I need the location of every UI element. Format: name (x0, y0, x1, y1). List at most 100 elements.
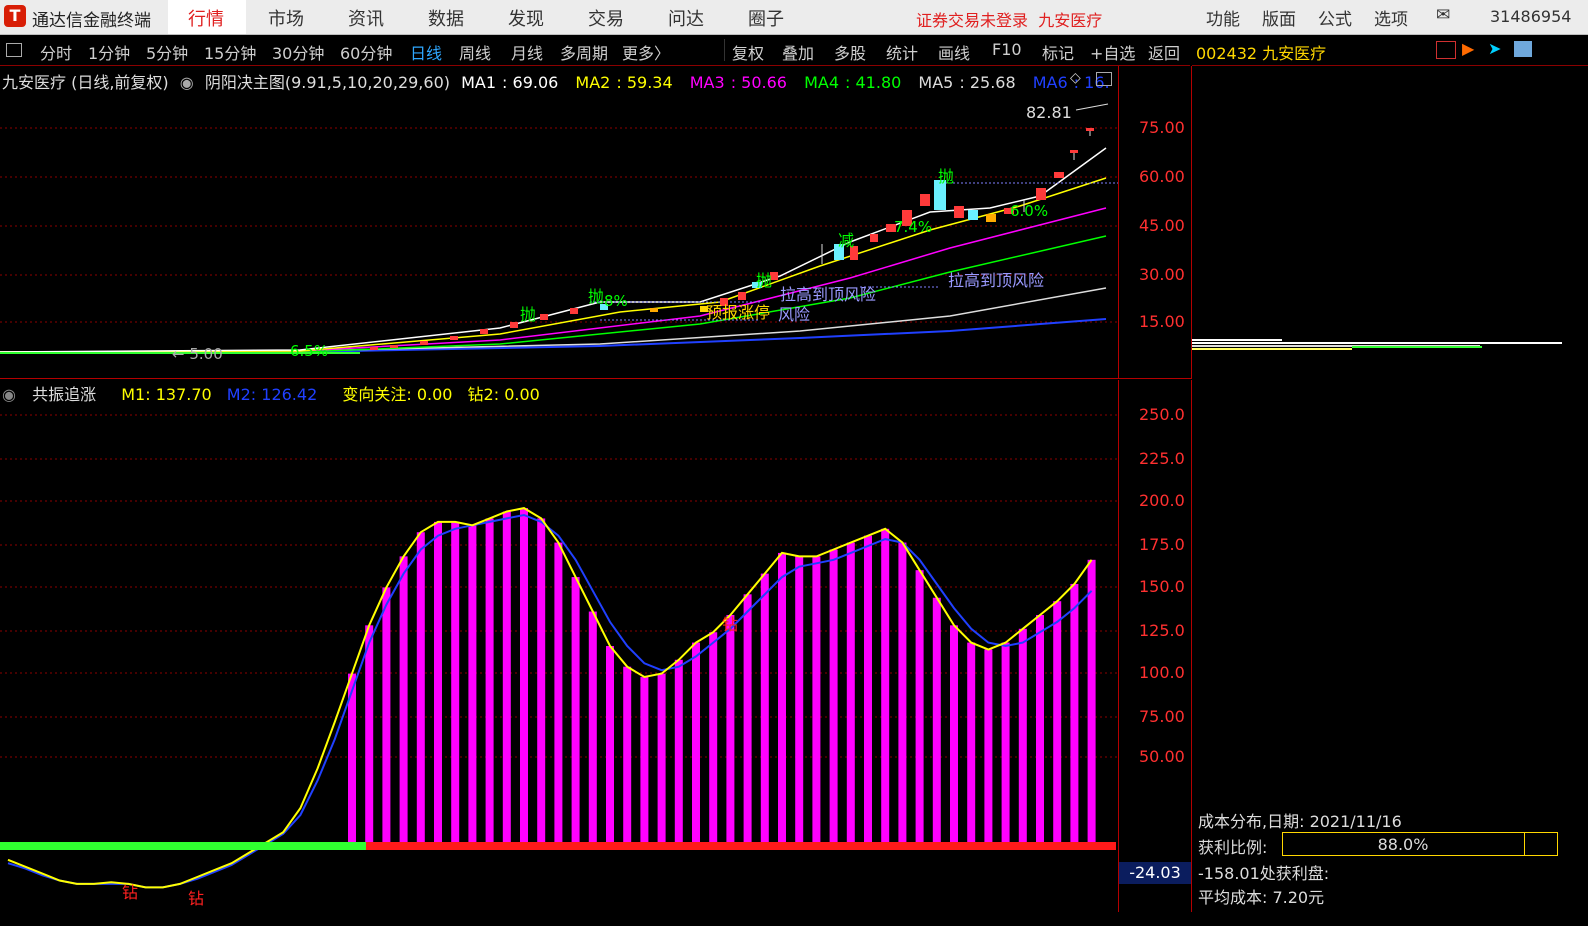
arrow-icon[interactable]: ➤ (1488, 39, 1501, 58)
tool-mark[interactable]: 标记 (1042, 40, 1074, 64)
app-title: 通达信金融终端 (32, 11, 151, 31)
oscillator-bar (950, 625, 958, 846)
period-15min[interactable]: 15分钟 (204, 40, 256, 64)
oscillator-bar (416, 532, 425, 846)
profit-ratio-text: 88.0% (1377, 835, 1429, 854)
oscillator-bar (451, 521, 460, 846)
diamond-marker-2: 钻 (188, 889, 204, 908)
oscillator-bar (778, 552, 786, 846)
main-chart-panel[interactable]: 九安医疗 (日线,前复权) ◉ 阴阳决主图(9.91,5,10,20,29,60… (0, 66, 1119, 378)
cost-bar (1192, 339, 1282, 341)
panel-toggle-icon[interactable] (6, 43, 22, 57)
oscillator-bar (709, 632, 718, 846)
profit-disk-label: -158.01处获利盘: (1198, 864, 1330, 883)
oscillator-bar (915, 570, 924, 846)
toolbar-divider (724, 39, 725, 61)
oscillator-bar (571, 577, 580, 846)
oscillator-bar (881, 528, 890, 846)
oscillator-bar (382, 587, 391, 846)
profit-label: 获利比例: (1198, 838, 1268, 857)
tool-back[interactable]: 返回 (1148, 40, 1180, 64)
value-tick: 75.00 (1139, 707, 1185, 726)
tab-market[interactable]: 市场 (268, 5, 304, 31)
oscillator-bar (1087, 559, 1096, 846)
value-tick: 50.00 (1139, 747, 1185, 766)
price-tick: 75.00 (1139, 118, 1185, 137)
oscillator-bar (795, 556, 804, 846)
high-price-label: 82.81 (1026, 103, 1072, 122)
oscillator-bar (657, 673, 666, 846)
tool-f10[interactable]: F10 (992, 40, 1022, 59)
ma4-line (0, 235, 1107, 353)
oscillator-bar (726, 614, 735, 846)
menu-function[interactable]: 功能 (1206, 5, 1240, 30)
play-icon[interactable]: ▶ (1462, 39, 1474, 58)
app-logo-icon: T (4, 5, 26, 27)
login-notice[interactable]: 证券交易未登录 九安医疗 (916, 7, 1102, 31)
oscillator-bar (399, 556, 408, 846)
annotation-risk-1: 拉高到顶风险 (780, 285, 876, 304)
chart-icon[interactable] (1514, 41, 1532, 57)
tab-news[interactable]: 资讯 (348, 5, 384, 31)
menu-formula[interactable]: 公式 (1318, 5, 1352, 30)
oscillator-bar (502, 511, 511, 846)
period-60min[interactable]: 60分钟 (340, 40, 392, 64)
tool-multi-stock[interactable]: 多股 (834, 40, 866, 64)
list-icon[interactable] (1436, 41, 1456, 59)
tab-discover[interactable]: 发现 (508, 5, 544, 31)
price-tick: 60.00 (1139, 167, 1185, 186)
oscillator-bar (1018, 628, 1027, 846)
oscillator-bar (829, 549, 838, 846)
account-id: 31486954 (1490, 7, 1572, 26)
tab-circle[interactable]: 圈子 (748, 5, 784, 31)
cost-bar (1192, 348, 1352, 350)
value-tick: 175.0 (1139, 535, 1185, 554)
period-daily[interactable]: 日线 (410, 40, 442, 64)
oscillator-bar (1001, 642, 1010, 846)
tool-add-watchlist[interactable]: +自选 (1090, 40, 1135, 64)
sub-chart-panel[interactable]: ◉ 共振追涨 M1: 137.70 M2: 126.42 变向关注: 0.00 … (0, 380, 1119, 912)
oscillator-bar (846, 542, 855, 846)
oscillator-bars (348, 508, 1096, 846)
annotation-throw-1: 抛 (520, 305, 536, 324)
annotation-throw-4: 抛 (938, 167, 954, 186)
cost-bar (1192, 342, 1562, 344)
period-5min[interactable]: 5分钟 (146, 40, 188, 64)
tab-market-quotes[interactable]: 行情 (188, 5, 224, 31)
period-monthly[interactable]: 月线 (511, 40, 543, 64)
oscillator-bar (1053, 601, 1062, 846)
oscillator-bar (606, 646, 614, 846)
tool-draw-line[interactable]: 画线 (938, 40, 970, 64)
menu-layout[interactable]: 版面 (1262, 5, 1296, 30)
period-more[interactable]: 更多〉 (622, 40, 670, 64)
m2-line (7, 513, 1093, 889)
tool-statistics[interactable]: 统计 (886, 40, 918, 64)
mail-icon[interactable]: ✉ (1436, 5, 1450, 25)
oscillator-bar (692, 642, 700, 846)
oscillator-bar (468, 525, 477, 846)
period-multi[interactable]: 多周期 (560, 40, 608, 64)
price-tick: 45.00 (1139, 216, 1185, 235)
tab-ask[interactable]: 问达 (668, 5, 704, 31)
annotation-throw-2: 抛 (588, 287, 604, 306)
tool-adjust[interactable]: 复权 (732, 40, 764, 64)
menu-options[interactable]: 选项 (1374, 5, 1408, 30)
oscillator-bar (365, 625, 374, 846)
period-30min[interactable]: 30分钟 (272, 40, 324, 64)
tab-data[interactable]: 数据 (428, 5, 464, 31)
tab-trade[interactable]: 交易 (588, 5, 624, 31)
period-timeshare[interactable]: 分时 (40, 40, 72, 64)
tool-overlay[interactable]: 叠加 (782, 40, 814, 64)
ma5-line (0, 287, 1107, 353)
period-1min[interactable]: 1分钟 (88, 40, 130, 64)
period-toolbar: 分时 1分钟 5分钟 15分钟 30分钟 60分钟 日线 周线 月线 多周期 更… (0, 35, 1190, 66)
sub-value-axis: 250.0 225.0 200.0 175.0 150.0 125.0 100.… (1119, 380, 1192, 912)
period-weekly[interactable]: 周线 (459, 40, 491, 64)
oscillator-bar (743, 594, 752, 846)
annotation-risk-3: 风险 (778, 305, 810, 324)
annotation-pct-4: 6.0% (1010, 202, 1048, 220)
profit-ratio-bar: 88.0% (1282, 832, 1558, 856)
zero-band-green (0, 842, 366, 850)
value-tick: 150.0 (1139, 577, 1185, 596)
oscillator-chart: 钻 钻 钻 (0, 414, 1118, 908)
